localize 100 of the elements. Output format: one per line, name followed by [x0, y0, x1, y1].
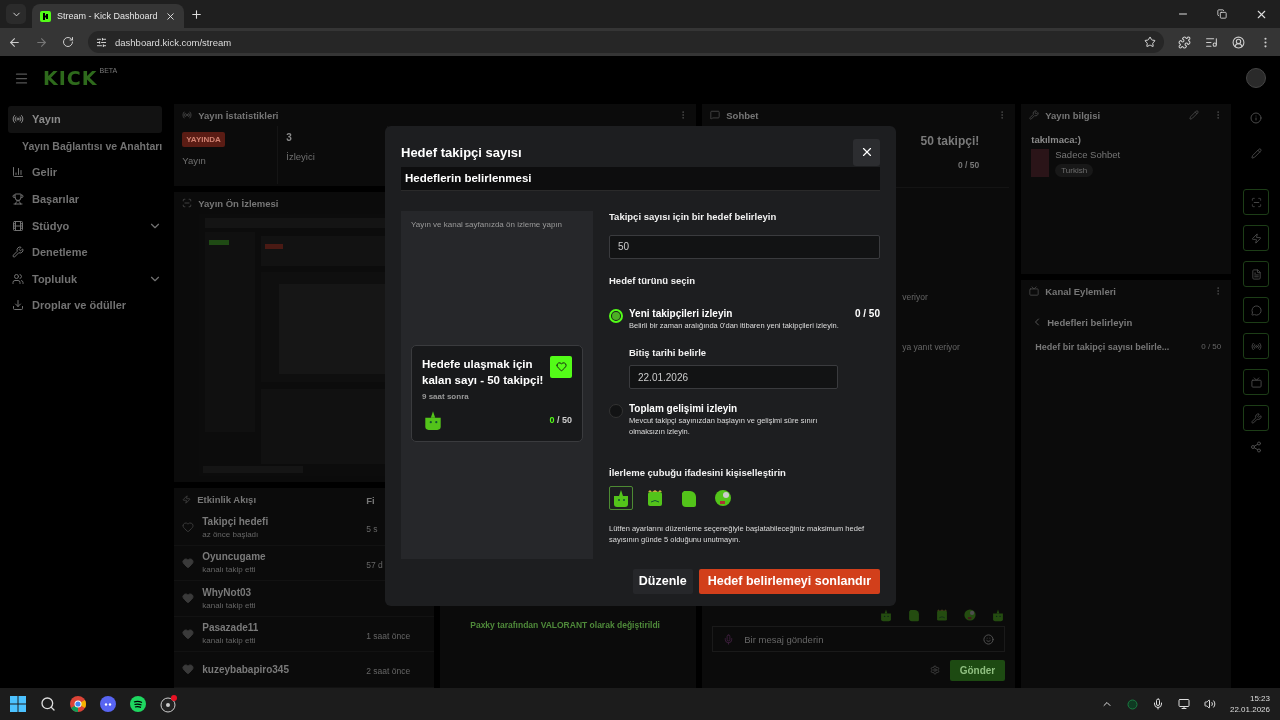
goal-card-title: Hedefe ulaşmak için kalan sayı - 50 takipçi!: [422, 356, 544, 388]
panel-title: Yayın bilgisi: [1045, 109, 1102, 121]
lightning-icon: [182, 494, 192, 504]
url-text: dashboard.kick.com/stream: [115, 36, 233, 48]
restore-icon[interactable]: [1217, 9, 1227, 19]
chrome-icon[interactable]: [70, 696, 86, 712]
tab-title: Stream - Kick Dashboard: [57, 11, 159, 21]
emote-icon: [991, 608, 1006, 622]
back-icon[interactable]: [8, 35, 21, 49]
category-name: Sadece Sohbet: [1055, 149, 1121, 160]
wrench-icon: [1250, 412, 1262, 424]
chat-input[interactable]: Bir mesaj gönderin: [712, 626, 1006, 652]
panel-title: Etkinlik Akışı: [197, 493, 258, 505]
reload-icon[interactable]: [62, 36, 74, 48]
browser-tab[interactable]: Stream - Kick Dashboard: [32, 4, 184, 28]
close-tab-icon[interactable]: [165, 10, 176, 22]
sidebar-item[interactable]: Topluluk: [8, 265, 163, 293]
scan-icon: [1250, 196, 1262, 208]
panel-title: Yayın İstatistikleri: [198, 109, 280, 121]
event-time: 2 saat önce: [366, 666, 411, 677]
sidebar-item[interactable]: Droplar ve ödüller: [8, 292, 163, 319]
wrench-icon: [1029, 110, 1040, 120]
event-name: WhyNot03: [202, 586, 253, 598]
radio-button[interactable]: [609, 404, 623, 419]
dialog-title: Hedef takipçi sayısı: [401, 145, 522, 160]
status-line: Paxky tarafından VALORANT olarak değiştirildi: [470, 620, 661, 630]
event-time: 5 s: [366, 524, 378, 535]
stat-label: İzleyici: [286, 151, 315, 162]
address-bar[interactable]: dashboard.kick.com/stream: [88, 31, 1164, 53]
category-thumbnail: [1031, 149, 1050, 177]
goal-card-subtitle: 9 saat sonra: [422, 391, 470, 401]
status-circle-icon[interactable]: [1126, 698, 1138, 710]
chat-placeholder: Bir mesaj gönderin: [744, 633, 825, 645]
emote-icon: [879, 608, 894, 622]
film-icon: [12, 219, 24, 232]
volume-icon[interactable]: [1203, 698, 1216, 710]
media-control-icon[interactable]: [1205, 35, 1218, 49]
heart-icon: [182, 521, 195, 534]
heart-icon: [182, 663, 195, 676]
event-detail: kanalı takip etti: [202, 565, 257, 575]
profile-icon[interactable]: [1232, 35, 1245, 49]
site-settings-icon[interactable]: [96, 36, 107, 48]
sidebar-item[interactable]: Yayın: [8, 106, 163, 133]
channel-icon: [1029, 286, 1040, 296]
broadcast-icon: [182, 110, 193, 120]
sidebar-item[interactable]: Stüdyo: [8, 212, 163, 239]
microphone-icon[interactable]: [1151, 698, 1164, 710]
menu-icon[interactable]: [14, 70, 29, 86]
filter-label[interactable]: Fi: [366, 495, 375, 506]
section-header: Hedeflerin belirlenmesi: [401, 167, 880, 191]
sidebar-item[interactable]: Gelir: [8, 159, 163, 186]
goal-text: 50 takipçi!: [920, 134, 980, 148]
emote-icon: [907, 608, 922, 622]
target-input[interactable]: 50: [609, 234, 880, 259]
option-title: Yeni takipçileri izleyin: [629, 307, 733, 319]
event-name: kuzeybabapiro345: [202, 663, 290, 675]
tab-list-button[interactable]: [6, 4, 26, 24]
new-tab-icon[interactable]: [190, 7, 203, 21]
send-button[interactable]: Gönder: [949, 659, 1006, 681]
emote-icon: [935, 608, 950, 622]
back-link[interactable]: Hedefleri belirleyin: [1047, 316, 1133, 328]
network-icon[interactable]: [1177, 698, 1190, 710]
stream-title: takılmaca:): [1031, 134, 1082, 145]
trophy-icon: [12, 193, 24, 206]
event-name: Takipçi hedefi: [202, 515, 270, 527]
date-input[interactable]: 22.01.2026: [629, 365, 838, 390]
viewer-count: 3: [286, 132, 292, 143]
download-icon: [12, 299, 24, 312]
forward-icon[interactable]: [35, 35, 48, 49]
broadcast-icon: [12, 113, 24, 126]
bookmark-star-icon[interactable]: [1144, 36, 1156, 48]
event-detail: kanalı takip etti: [202, 600, 257, 610]
windows-start-icon[interactable]: [10, 696, 26, 712]
edit-button[interactable]: Düzenle: [632, 568, 693, 594]
users-icon: [12, 272, 24, 285]
tv-icon: [1250, 376, 1262, 388]
heart-icon: [555, 361, 567, 373]
finish-button[interactable]: Hedef belirlemeyi sonlandır: [698, 568, 880, 594]
heart-icon: [182, 556, 195, 569]
document-icon: [1250, 268, 1262, 280]
sidebar-item[interactable]: Başarılar: [8, 185, 163, 213]
discord-icon[interactable]: [100, 696, 116, 712]
field-label: İlerleme çubuğu ifadesini kişiselleştirin: [609, 467, 787, 479]
taskbar-clock[interactable]: 15:23 22.01.2026: [1229, 694, 1270, 714]
option-count: 0 / 50: [854, 307, 880, 319]
sidebar-item[interactable]: Yayın Bağlantısı ve Anahtarı: [8, 132, 163, 160]
chat-icon: [710, 110, 721, 120]
extensions-icon[interactable]: [1178, 35, 1191, 49]
spotify-icon[interactable]: [130, 696, 146, 712]
option-title: Toplam gelişimi izleyin: [629, 403, 738, 415]
panel-title: Kanal Eylemleri: [1045, 285, 1117, 297]
lightning-icon: [1250, 232, 1262, 244]
obs-icon[interactable]: [160, 695, 178, 713]
chat-message: ya yanıt veriyor: [902, 342, 960, 352]
sidebar-item[interactable]: Denetleme: [8, 238, 163, 266]
close-button[interactable]: [853, 139, 880, 166]
panel-title: Sohbet: [726, 109, 760, 121]
preview-icon: [182, 198, 193, 208]
bar-chart-icon: [12, 166, 24, 179]
search-icon[interactable]: [40, 696, 56, 712]
